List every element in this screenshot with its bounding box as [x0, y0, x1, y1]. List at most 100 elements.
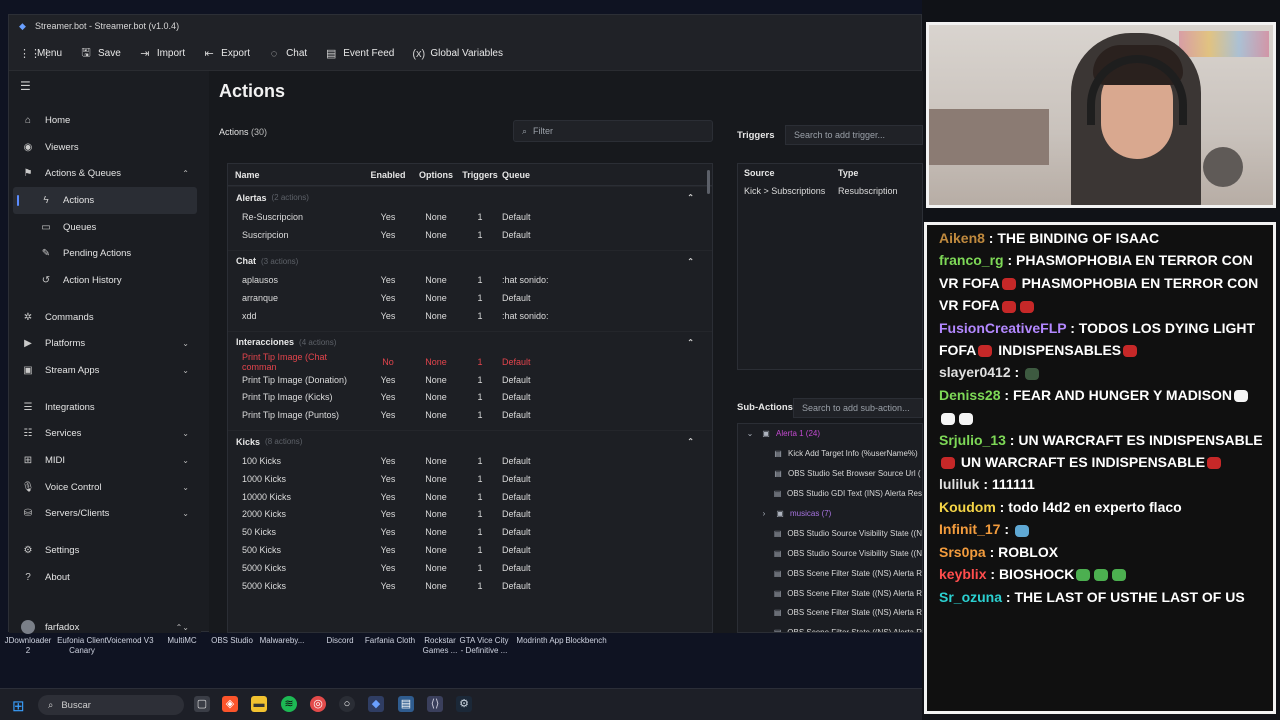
action-row[interactable]: Print Tip Image (Kicks) Yes None 1 Default	[228, 389, 712, 407]
column-header-enabled[interactable]: Enabled	[362, 170, 414, 180]
subaction-item[interactable]: ▤ OBS Scene Filter State ((NS) Alerta R	[738, 603, 922, 623]
toolbar-global-variables-button[interactable]: (x) Global Variables	[412, 48, 503, 60]
taskbar-search[interactable]: ⌕ Buscar	[38, 695, 184, 715]
action-row[interactable]: Print Tip Image (Puntos) Yes None 1 Default	[228, 406, 712, 424]
sidebar-item-stream-apps[interactable]: ▣ Stream Apps ⌄	[9, 357, 201, 384]
desktop-shortcut[interactable]: Farfania Cloth	[364, 636, 416, 646]
app-circle-icon[interactable]: ○	[339, 696, 355, 712]
desktop-shortcut[interactable]: GTA Vice City - Definitive ...	[458, 636, 510, 656]
toolbar-event-feed-button[interactable]: ▤ Event Feed	[325, 47, 394, 60]
action-row[interactable]: 2000 Kicks Yes None 1 Default	[228, 506, 712, 524]
action-row[interactable]: 100 Kicks Yes None 1 Default	[228, 452, 712, 470]
action-row[interactable]: arranque Yes None 1 Default	[228, 289, 712, 307]
sidebar-item-actions[interactable]: ϟ Actions	[13, 187, 197, 214]
subaction-item[interactable]: ▤ OBS Studio Source Visibility State ((N	[738, 543, 922, 563]
desktop-shortcut[interactable]: Discord	[314, 636, 366, 646]
steam-icon[interactable]: ⚙	[456, 696, 472, 712]
vertical-scrollbar[interactable]	[707, 170, 710, 194]
subaction-group[interactable]: › ▣ musicas (7)	[738, 504, 922, 524]
action-group-header[interactable]: Alertas (2 actions) ⌃	[228, 186, 712, 208]
column-header-options[interactable]: Options	[414, 170, 458, 180]
collapse-chevron-icon[interactable]: ⌃	[687, 193, 694, 202]
subaction-item[interactable]: ▤ Kick Add Target Info (%userName%)	[738, 444, 922, 464]
action-row[interactable]: 5000 Kicks Yes None 1 Default	[228, 577, 712, 595]
action-row[interactable]: Print Tip Image (Chat comman No None 1 Defau…	[228, 352, 712, 372]
subaction-item[interactable]: ▤ OBS Studio Source Visibility State ((N	[738, 523, 922, 543]
chat-message: Srjulio_13 : UN WARCRAFT ES INDISPENSABL…	[939, 431, 1263, 471]
action-row[interactable]: 500 Kicks Yes None 1 Default	[228, 541, 712, 559]
action-row[interactable]: 5000 Kicks Yes None 1 Default	[228, 559, 712, 577]
toolbar-chat-button[interactable]: ◌ Chat	[268, 48, 307, 60]
subaction-item[interactable]: ▤ OBS Scene Filter State ((NS) Alerta R	[738, 623, 922, 632]
collapse-chevron-icon[interactable]: ⌃	[687, 338, 694, 347]
windows-start-icon[interactable]: ⊞	[12, 697, 25, 715]
editor-icon[interactable]: ⟨⟩	[427, 696, 443, 712]
action-group-header[interactable]: Chat (3 actions) ⌃	[228, 249, 712, 272]
action-group-header[interactable]: Kicks (8 actions) ⌃	[228, 430, 712, 452]
sidebar-item-midi[interactable]: ⊞ MIDI ⌄	[9, 447, 201, 474]
toolbar-menu-button[interactable]: ⋮⋮⋮ Menu	[19, 47, 62, 60]
action-row[interactable]: xdd Yes None 1:hat sonido:	[228, 307, 712, 325]
action-row[interactable]: 10000 Kicks Yes None 1 Default	[228, 488, 712, 506]
toolbar-export-button[interactable]: ⇤ Export	[203, 47, 251, 60]
spotify-icon[interactable]: ≋	[281, 696, 297, 712]
action-row[interactable]: Print Tip Image (Donation) Yes None 1 Defaul…	[228, 371, 712, 389]
sidebar-item-viewers[interactable]: ◉ Viewers	[9, 134, 201, 161]
column-header-queue[interactable]: Queue	[502, 170, 602, 180]
sidebar-item-commands[interactable]: ✲ Commands	[9, 304, 201, 331]
streamerbot-taskbar-icon[interactable]: ◆	[368, 696, 384, 712]
action-row[interactable]: aplausos Yes None 1:hat sonido:	[228, 272, 712, 290]
action-group-header[interactable]: Interacciones (4 actions) ⌃	[228, 330, 712, 353]
chevron-icon: ⌄	[182, 429, 189, 439]
column-header-triggers[interactable]: Triggers	[458, 170, 502, 180]
avatar	[21, 620, 35, 635]
subaction-search-input[interactable]: Search to add sub-action...	[793, 398, 923, 418]
sidebar-item-voice-control[interactable]: 🎙 Voice Control ⌄	[9, 474, 201, 501]
expand-chevron-icon[interactable]: ›	[758, 509, 770, 518]
action-row[interactable]: 1000 Kicks Yes None 1 Default	[228, 470, 712, 488]
task-view-icon[interactable]: ▢	[194, 696, 210, 712]
user-profile[interactable]: farfadox ⌃⌄	[9, 614, 201, 641]
subaction-item[interactable]: ▤ OBS Scene Filter State ((NS) Alerta R	[738, 583, 922, 603]
action-row[interactable]: Re-Suscripcion Yes None 1 Default	[228, 208, 712, 226]
column-header-name[interactable]: Name	[228, 170, 362, 180]
sidebar-item-actions-queues[interactable]: ⚑ Actions & Queues ⌃	[9, 160, 201, 187]
toolbar-save-button[interactable]: 🖫 Save	[80, 44, 120, 63]
expand-chevron-icon[interactable]: ⌄	[744, 429, 756, 438]
desktop-shortcut[interactable]: Malwareby...	[256, 636, 308, 646]
brave-browser-icon[interactable]: ◈	[222, 696, 238, 712]
trigger-search-input[interactable]: Search to add trigger...	[785, 125, 923, 145]
sidebar-item-settings[interactable]: ⚙ Settings	[9, 537, 201, 564]
sidebar-item-action-history[interactable]: ↺ Action History	[9, 267, 201, 294]
desktop-shortcut[interactable]: OBS Studio	[206, 636, 258, 646]
filter-input[interactable]: ⌕ Filter	[513, 120, 713, 142]
sidebar-item-about[interactable]: ? About	[9, 564, 201, 591]
sidebar-item-integrations[interactable]: ☰ Integrations	[9, 394, 201, 421]
stream-apps-icon: ▣	[23, 365, 33, 377]
commands-icon: ✲	[23, 311, 33, 323]
hamburger-icon[interactable]: ☰	[20, 79, 31, 93]
toolbar-import-button[interactable]: ⇥ Import	[139, 47, 185, 60]
sidebar-item-pending-actions[interactable]: ✎ Pending Actions	[9, 240, 201, 267]
file-explorer-icon[interactable]: ▬	[251, 696, 267, 712]
subaction-item[interactable]: ▤ OBS Studio GDI Text (INS) Alerta Res	[738, 484, 922, 504]
sidebar-item-platforms[interactable]: ▶ Platforms ⌄	[9, 331, 201, 358]
sidebar-item-home[interactable]: ⌂ Home	[9, 107, 201, 134]
collapse-chevron-icon[interactable]: ⌃	[687, 257, 694, 266]
sidebar-item-queues[interactable]: ▭ Queues	[9, 214, 201, 241]
collapse-chevron-icon[interactable]: ⌃	[687, 437, 694, 446]
group-count: (4 actions)	[299, 337, 337, 347]
sidebar-item-services[interactable]: ☷ Services ⌄	[9, 421, 201, 448]
obs-icon[interactable]: ◎	[310, 696, 326, 712]
trigger-row[interactable]: Kick > Subscriptions Resubscription	[738, 182, 922, 200]
notepad-icon[interactable]: ▤	[398, 696, 414, 712]
subaction-item[interactable]: ▤ OBS Scene Filter State ((NS) Alerta R	[738, 563, 922, 583]
chat-username: Aiken8	[939, 230, 985, 246]
desktop-shortcut[interactable]: Modrinth App	[514, 636, 566, 646]
action-row[interactable]: Suscripcion Yes None 1 Default	[228, 226, 712, 244]
subaction-item[interactable]: ▤ OBS Studio Set Browser Source Url (	[738, 464, 922, 484]
desktop-shortcut[interactable]: Blockbench	[560, 636, 612, 646]
sidebar-item-servers-clients[interactable]: ⛁ Servers/Clients ⌄	[9, 501, 201, 528]
subaction-group[interactable]: ⌄ ▣ Alerta 1 (24)	[738, 424, 922, 444]
action-row[interactable]: 50 Kicks Yes None 1 Default	[228, 523, 712, 541]
